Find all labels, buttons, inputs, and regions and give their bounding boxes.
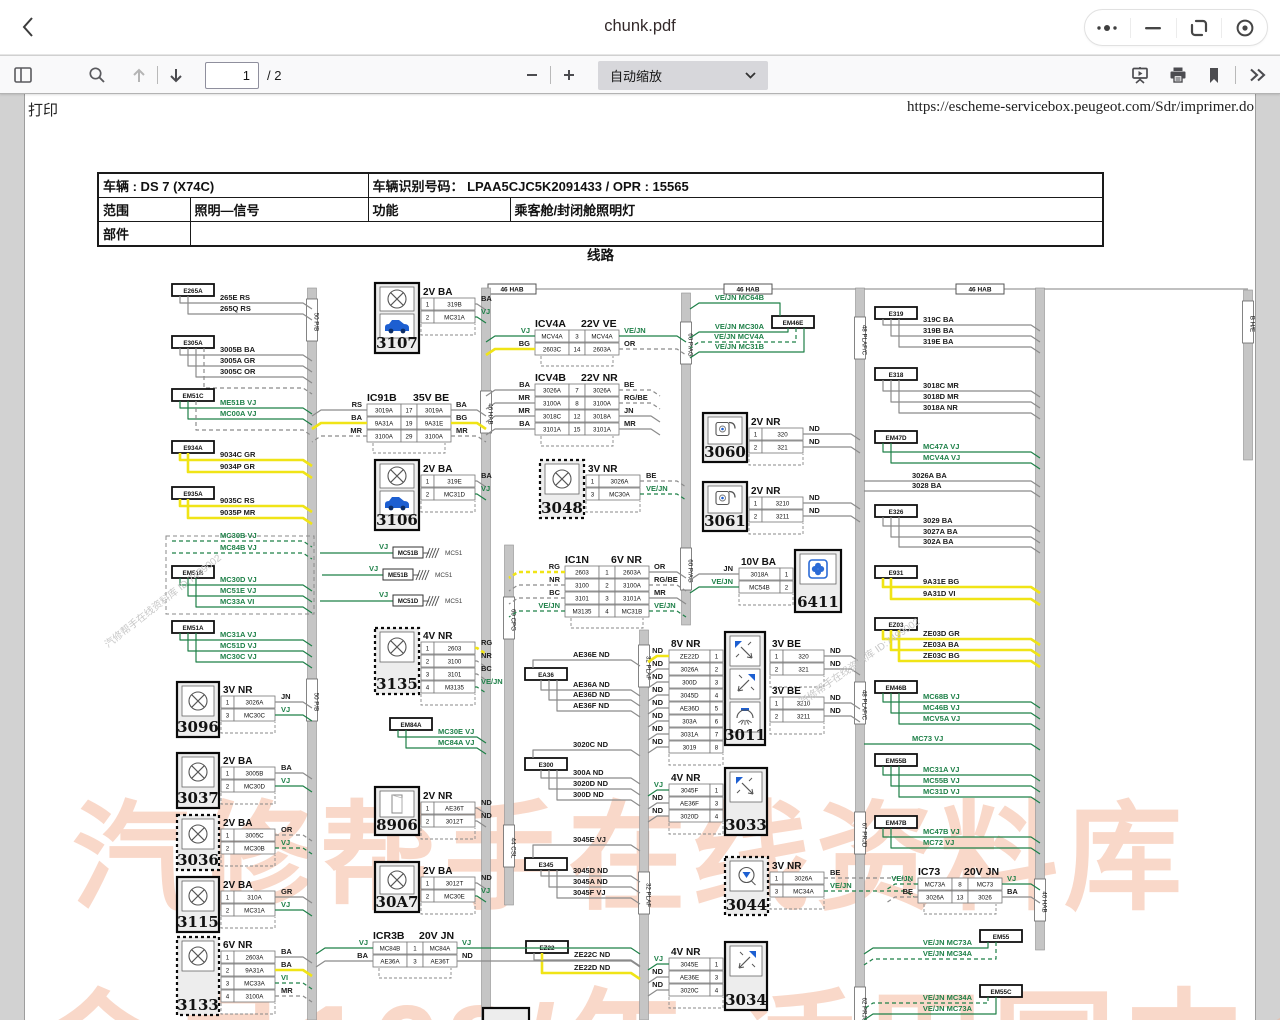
- watermark-line-1: 汽修帮手在线资料库: [72, 762, 1188, 933]
- pdf-viewer: 汽修帮手在线资料库 会员168/年 适用国内全部车型 打印 https://es…: [0, 94, 1280, 1020]
- function-value-cell: 乘客舱/封闭舱照明灯: [510, 198, 1103, 222]
- more-tools-icon: [1248, 67, 1266, 83]
- page-up-icon: [131, 67, 147, 84]
- vehicle-cell: 车辆 : DS 7 (X74C): [98, 173, 368, 198]
- print-header-url: https://escheme-servicebox.peugeot.com/S…: [907, 99, 1254, 116]
- page-down-icon: [168, 67, 184, 84]
- vehicle-info-table: 车辆 : DS 7 (X74C) 车辆识别号码： LPAA5CJC5K20914…: [97, 172, 1104, 247]
- restore-icon: [1189, 18, 1209, 38]
- next-page-button[interactable]: [163, 62, 189, 88]
- sidebar-toggle-button[interactable]: [10, 62, 36, 88]
- scope-value-cell: 照明—信号: [190, 198, 368, 222]
- print-icon: [1169, 66, 1187, 84]
- sidebar-toggle-icon: [14, 67, 32, 83]
- zoom-out-icon: [525, 68, 539, 82]
- part-value-cell: [190, 222, 1103, 247]
- print-button[interactable]: [1165, 62, 1191, 88]
- vin-cell: 车辆识别号码： LPAA5CJC5K2091433 / OPR : 15565: [368, 173, 1103, 198]
- search-icon: [88, 66, 106, 84]
- window-controls: [1084, 9, 1268, 46]
- presentation-mode-button[interactable]: [1127, 62, 1153, 88]
- part-label-cell: 部件: [98, 222, 190, 247]
- zoom-in-icon: [562, 68, 576, 82]
- scope-label-cell: 范围: [98, 198, 190, 222]
- more-menu-button[interactable]: [1085, 10, 1130, 45]
- more-dots-icon: [1095, 23, 1119, 33]
- divider: [550, 66, 551, 84]
- target-circle-icon: [1235, 18, 1255, 38]
- chevron-down-icon: [745, 72, 756, 79]
- function-label-cell: 功能: [368, 198, 510, 222]
- diagram-section-title: 线路: [97, 244, 1104, 264]
- window-chrome: chunk.pdf: [0, 0, 1280, 55]
- restore-button[interactable]: [1177, 10, 1222, 45]
- bookmark-button[interactable]: [1201, 62, 1227, 88]
- zoom-out-button[interactable]: [519, 62, 545, 88]
- minimize-button[interactable]: [1131, 10, 1176, 45]
- zoom-select[interactable]: 自动缩放: [598, 61, 768, 90]
- page-number-input[interactable]: [205, 62, 259, 89]
- presentation-mode-icon: [1131, 66, 1149, 84]
- more-tools-button[interactable]: [1244, 62, 1270, 88]
- divider: [1235, 66, 1236, 84]
- pdf-toolbar: / 2 自动缩放: [0, 56, 1280, 94]
- search-button[interactable]: [84, 62, 110, 88]
- minimize-icon: [1145, 26, 1161, 30]
- zoom-select-value: 自动缩放: [610, 66, 662, 85]
- bookmark-icon: [1207, 67, 1221, 84]
- previous-page-button[interactable]: [126, 62, 152, 88]
- divider: [157, 66, 158, 84]
- page-count-label: / 2: [267, 68, 281, 83]
- print-header-label: 打印: [28, 99, 58, 120]
- close-target-button[interactable]: [1222, 10, 1267, 45]
- zoom-in-button[interactable]: [556, 62, 582, 88]
- watermark-line-2: 会员168/年 适用国内全部车型: [36, 948, 1280, 1020]
